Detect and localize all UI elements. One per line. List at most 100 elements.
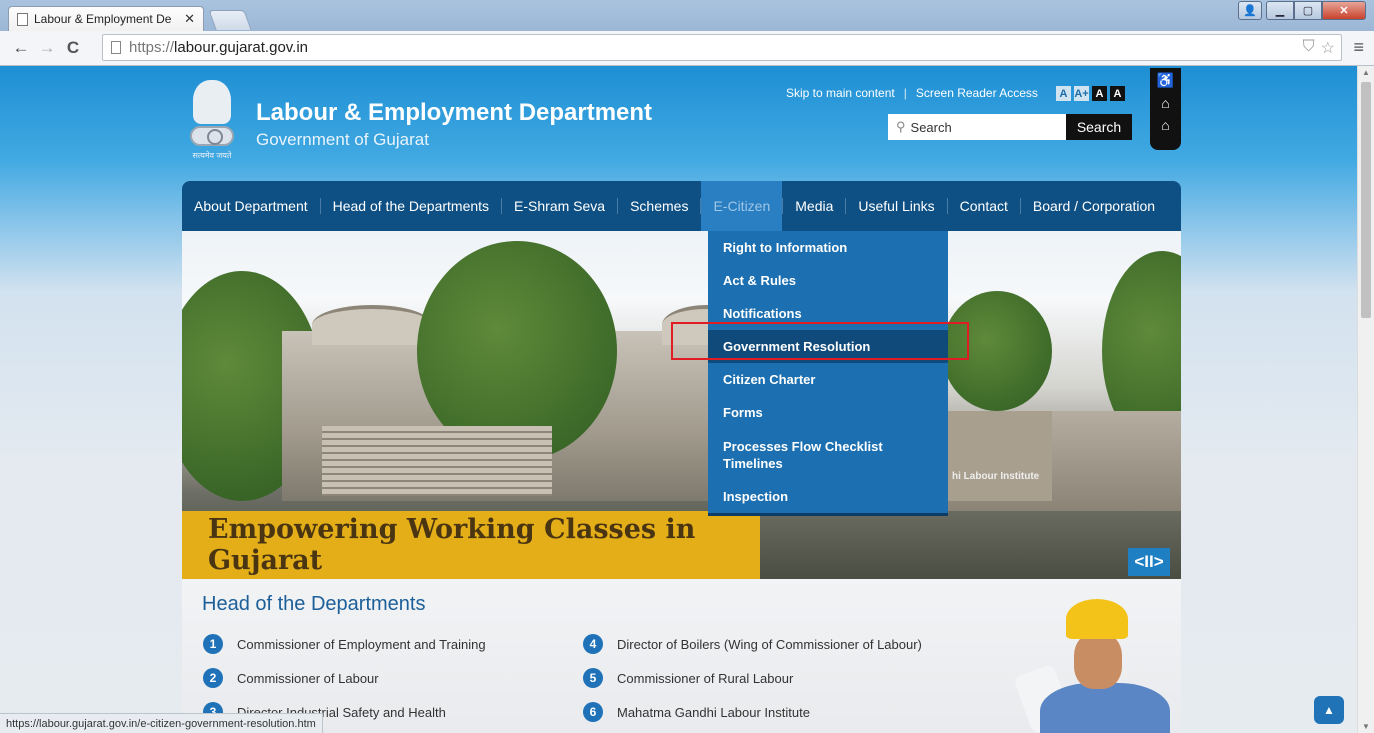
building-roof-arch <box>312 305 432 345</box>
list-item-label: Director of Boilers (Wing of Commissione… <box>617 636 922 652</box>
institute-sign: hi Labour Institute <box>952 471 1040 482</box>
scroll-down-arrow[interactable]: ▼ <box>1362 722 1370 731</box>
dharma-wheel-icon <box>190 126 234 146</box>
font-normal-button[interactable]: A <box>1056 86 1071 101</box>
nav-head-of-departments[interactable]: Head of the Departments <box>327 181 495 231</box>
bookmark-star-icon[interactable]: ☆ <box>1321 38 1335 58</box>
worker-face <box>1074 633 1122 689</box>
maximize-button[interactable]: ▢ <box>1294 1 1322 20</box>
nav-separator <box>782 198 784 214</box>
back-button[interactable]: ← <box>8 35 34 61</box>
nav-e-shram-seva[interactable]: E-Shram Seva <box>508 181 611 231</box>
state-emblem: सत्यमेव जयते <box>185 80 239 166</box>
close-window-button[interactable]: ✕ <box>1322 1 1366 20</box>
url-host: labour.gujarat.gov.in <box>174 39 309 56</box>
slider-play-pause-button[interactable]: <II> <box>1128 548 1170 576</box>
menu-item-citizen-charter[interactable]: Citizen Charter <box>708 363 948 396</box>
main-navigation: About Department Head of the Departments… <box>182 181 1181 231</box>
side-tools: ♿ ⌂ ⌂ <box>1150 68 1181 150</box>
head-of-departments-section: Head of the Departments 1 Commissioner o… <box>182 579 1181 733</box>
list-item-label: Mahatma Gandhi Labour Institute <box>617 704 810 720</box>
list-number-badge: 4 <box>583 634 603 654</box>
search-placeholder: Search <box>910 119 952 135</box>
nav-schemes[interactable]: Schemes <box>624 181 694 231</box>
page-viewport: सत्यमेव जयते Labour & Employment Departm… <box>0 66 1357 733</box>
search-button[interactable]: Search <box>1066 114 1132 140</box>
status-bar: https://labour.gujarat.gov.in/e-citizen-… <box>0 713 323 733</box>
skip-to-main-link[interactable]: Skip to main content <box>786 86 895 100</box>
section-title: Head of the Departments <box>202 593 426 615</box>
address-bar[interactable]: https://labour.gujarat.gov.in ⛉ ☆ <box>102 34 1342 61</box>
banner-tagline: Empowering Working Classes in Gujarat <box>208 514 696 576</box>
contrast-black-button[interactable]: A <box>1110 86 1125 101</box>
worker-shirt <box>1040 683 1170 733</box>
minimize-button[interactable]: ▁ <box>1266 1 1294 20</box>
scrollbar-thumb[interactable] <box>1361 82 1371 318</box>
nav-media[interactable]: Media <box>789 181 839 231</box>
lion-capital-icon <box>193 80 231 124</box>
close-tab-icon[interactable]: ✕ <box>184 11 195 27</box>
accessibility-icon[interactable]: ♿ <box>1157 72 1174 89</box>
list-item-label: Commissioner of Labour <box>237 670 379 686</box>
list-number-badge: 5 <box>583 668 603 688</box>
forward-button[interactable]: → <box>34 35 60 61</box>
sitemap-icon[interactable]: ⌂ <box>1161 95 1169 111</box>
nav-board-corporation[interactable]: Board / Corporation <box>1027 181 1161 231</box>
screen-reader-link[interactable]: Screen Reader Access <box>916 86 1038 100</box>
browser-tab[interactable]: Labour & Employment De ✕ <box>8 6 204 31</box>
list-item[interactable]: 6 Mahatma Gandhi Labour Institute <box>583 702 810 722</box>
hero-banner: hi Labour Institute Empowering Working C… <box>182 231 1181 579</box>
browser-titlebar: Labour & Employment De ✕ 👤 ▁ ▢ ✕ <box>0 0 1374 31</box>
nav-separator <box>845 198 847 214</box>
menu-item-forms[interactable]: Forms <box>708 396 948 429</box>
back-to-top-button[interactable]: ▲ <box>1314 696 1344 724</box>
menu-item-inspection[interactable]: Inspection <box>708 480 948 513</box>
link-separator: | <box>903 86 907 100</box>
new-tab-button[interactable] <box>208 10 252 30</box>
list-item[interactable]: 4 Director of Boilers (Wing of Commissio… <box>583 634 922 654</box>
list-item-label: Commissioner of Employment and Training <box>237 636 486 652</box>
institute-wall <box>942 411 1052 501</box>
nav-separator <box>1019 198 1021 214</box>
nav-useful-links[interactable]: Useful Links <box>852 181 940 231</box>
home-icon[interactable]: ⌂ <box>1161 117 1169 133</box>
menu-item-act-rules[interactable]: Act & Rules <box>708 264 948 297</box>
user-icon[interactable]: 👤 <box>1238 1 1262 20</box>
worker-illustration <box>1013 599 1182 733</box>
browser-menu-icon[interactable]: ≡ <box>1353 37 1364 58</box>
menu-item-processes-flow-line1: Processes Flow Checklist <box>723 438 883 454</box>
department-title[interactable]: Labour & Employment Department <box>256 99 652 127</box>
list-item[interactable]: 5 Commissioner of Rural Labour <box>583 668 793 688</box>
list-item-label: Commissioner of Rural Labour <box>617 670 794 686</box>
department-subtitle: Government of Gujarat <box>256 130 429 149</box>
nav-separator <box>319 198 321 214</box>
contrast-dark-button[interactable]: A <box>1092 86 1107 101</box>
reload-button[interactable]: C <box>60 35 86 61</box>
page-scrollbar[interactable]: ▲ ▼ <box>1357 66 1374 733</box>
menu-item-right-to-information[interactable]: Right to Information <box>708 231 948 264</box>
banner-tagline-box: Empowering Working Classes in Gujarat <box>182 511 760 579</box>
scroll-up-arrow[interactable]: ▲ <box>1362 68 1370 77</box>
hard-hat-icon <box>1066 599 1128 639</box>
window-controls: 👤 ▁ ▢ ✕ <box>1238 1 1366 20</box>
url-scheme: https:// <box>129 39 175 56</box>
emblem-motto: सत्यमेव जयते <box>192 151 232 160</box>
list-number-badge: 2 <box>203 668 223 688</box>
nav-about-department[interactable]: About Department <box>188 181 314 231</box>
tab-title: Labour & Employment De <box>34 12 172 26</box>
nav-e-citizen[interactable]: E-Citizen <box>701 181 783 231</box>
menu-item-processes-flow[interactable]: Processes Flow Checklist Timelines <box>708 429 948 480</box>
list-item[interactable]: 1 Commissioner of Employment and Trainin… <box>203 634 486 654</box>
nav-separator <box>617 198 619 214</box>
nav-separator <box>501 198 503 214</box>
font-increase-button[interactable]: A+ <box>1074 86 1089 101</box>
highlight-box <box>671 322 969 360</box>
nav-contact[interactable]: Contact <box>954 181 1014 231</box>
banner-steps <box>322 426 552 496</box>
page-icon <box>111 41 121 54</box>
menu-item-processes-flow-line2: Timelines <box>723 455 783 471</box>
list-item[interactable]: 2 Commissioner of Labour <box>203 668 379 688</box>
search-input[interactable]: ⚲ Search <box>888 114 1066 140</box>
e-citizen-dropdown: Right to Information Act & Rules Notific… <box>708 231 948 516</box>
shield-icon[interactable]: ⛉ <box>1303 38 1315 58</box>
